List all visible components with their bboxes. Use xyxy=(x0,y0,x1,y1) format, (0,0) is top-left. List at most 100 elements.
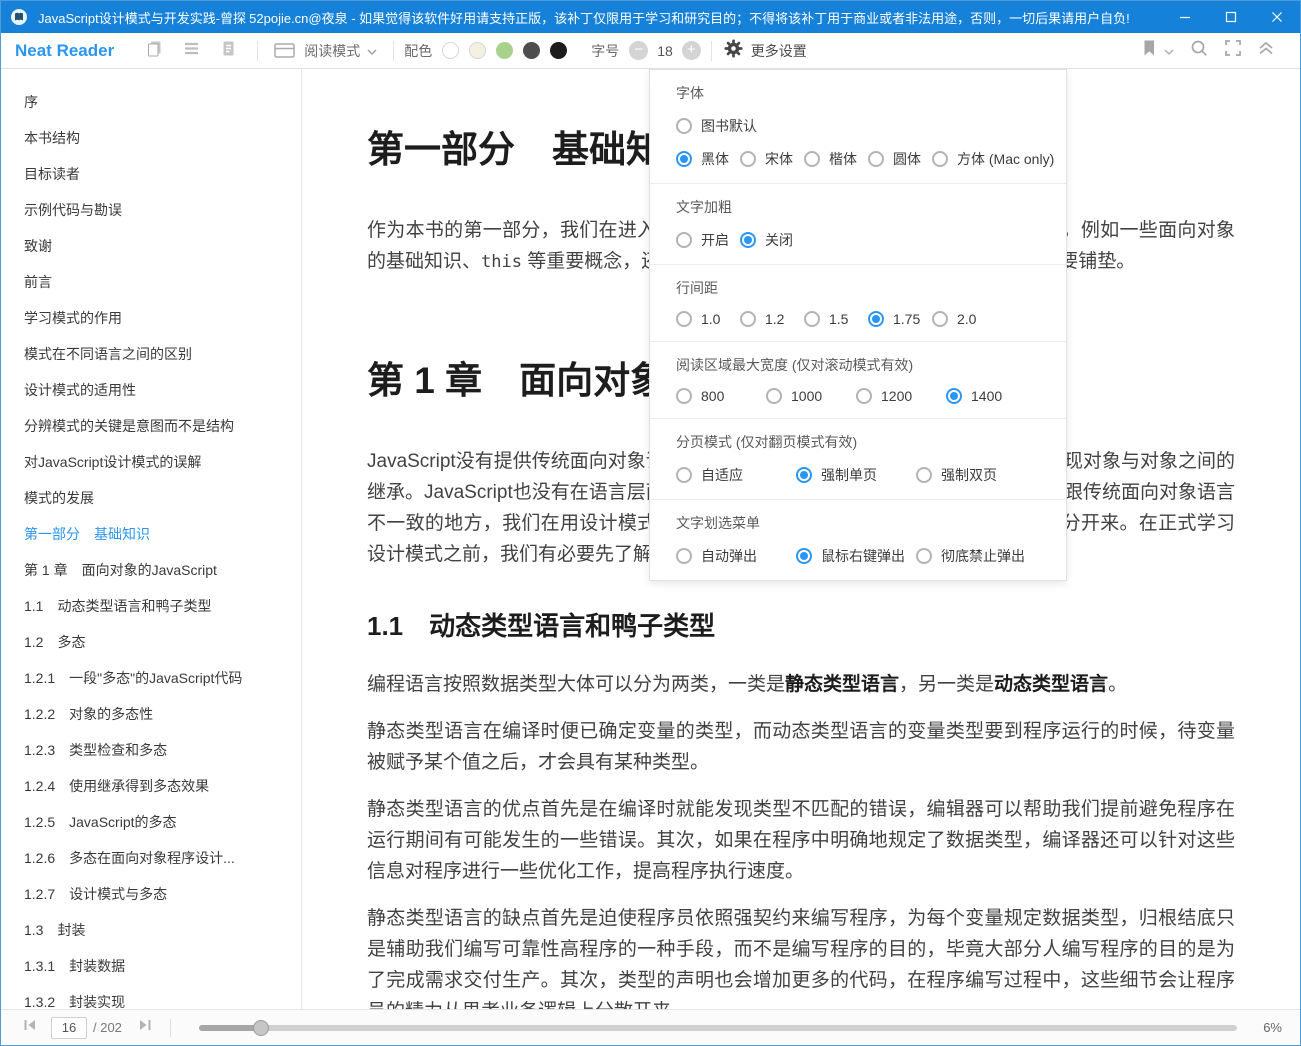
settings-panel: 字体 图书默认 黑体 宋体 楷体 xyxy=(649,69,1067,581)
bookmark-button[interactable] xyxy=(1134,39,1164,62)
toc-item[interactable]: 1.3.1 封装数据 xyxy=(1,948,301,984)
page-total: / 202 xyxy=(93,1020,122,1035)
body-paragraph: 静态类型语言的优点首先是在编译时就能发现类型不匹配的错误，编辑器可以帮助我们提前… xyxy=(367,794,1235,887)
radio-icon xyxy=(676,467,692,483)
minimize-button[interactable] xyxy=(1162,1,1208,33)
radio-option[interactable]: 800 xyxy=(676,388,766,404)
toc-item[interactable]: 致谢 xyxy=(1,228,301,264)
fullscreen-icon xyxy=(1224,39,1242,62)
slider-track xyxy=(199,1025,1237,1031)
theme-swatch-gray[interactable] xyxy=(523,42,540,59)
radio-option[interactable]: 黑体 xyxy=(676,149,740,169)
toc-item[interactable]: 设计模式的适用性 xyxy=(1,372,301,408)
maximize-button[interactable] xyxy=(1208,1,1254,33)
toc-item[interactable]: 1.2.1 一段"多态"的JavaScript代码 xyxy=(1,660,301,696)
radio-option[interactable]: 强制双页 xyxy=(916,465,1036,485)
settings-group-pagination: 分页模式 (仅对翻页模式有效) 自适应 强制单页 强制双页 xyxy=(650,419,1066,500)
radio-icon xyxy=(676,118,692,134)
theme-swatch-sepia[interactable] xyxy=(469,42,486,59)
radio-option[interactable]: 1.5 xyxy=(804,311,868,327)
radio-option[interactable]: 1000 xyxy=(766,388,856,404)
close-button[interactable] xyxy=(1254,1,1300,33)
radio-option[interactable]: 1.0 xyxy=(676,311,740,327)
toc-item[interactable]: 1.2.5 JavaScript的多态 xyxy=(1,804,301,840)
collapse-toolbar-button[interactable] xyxy=(1250,41,1282,60)
toc-item[interactable]: 1.2.7 设计模式与多态 xyxy=(1,876,301,912)
radio-row: 800 1000 1200 1400 xyxy=(676,388,1040,404)
font-size-decrease-button[interactable]: − xyxy=(629,41,648,60)
toc-item[interactable]: 1.2.4 使用继承得到多态效果 xyxy=(1,768,301,804)
radio-option[interactable]: 2.0 xyxy=(932,311,996,327)
radio-option[interactable]: 强制单页 xyxy=(796,465,916,485)
settings-group-selection-menu: 文字划选菜单 自动弹出 鼠标右键弹出 彻底禁止弹出 xyxy=(650,500,1066,580)
radio-option[interactable]: 彻底禁止弹出 xyxy=(916,546,1036,566)
settings-group-label: 文字加粗 xyxy=(676,197,1040,217)
theme-swatch-green[interactable] xyxy=(496,42,513,59)
toc-item[interactable]: 1.3 封装 xyxy=(1,912,301,948)
radio-option[interactable]: 宋体 xyxy=(740,149,804,169)
radio-option[interactable]: 自适应 xyxy=(676,465,796,485)
toc-item[interactable]: 1.1 动态类型语言和鸭子类型 xyxy=(1,588,301,624)
toc-item[interactable]: 目标读者 xyxy=(1,156,301,192)
progress-slider[interactable] xyxy=(199,1020,1237,1036)
section-title: 1.1 动态类型语言和鸭子类型 xyxy=(367,606,1235,643)
toc-item[interactable]: 第一部分 基础知识 xyxy=(1,516,301,552)
radio-row: 自适应 强制单页 强制双页 xyxy=(676,465,1040,485)
toc-item[interactable]: 1.2.6 多态在面向对象程序设计... xyxy=(1,840,301,876)
slider-thumb[interactable] xyxy=(253,1020,269,1036)
toc-item[interactable]: 分辨模式的关键是意图而不是结构 xyxy=(1,408,301,444)
radio-option[interactable]: 1.2 xyxy=(740,311,804,327)
search-button[interactable] xyxy=(1182,39,1216,62)
radio-option[interactable]: 圆体 xyxy=(868,149,932,169)
reading-mode-icon xyxy=(274,42,295,59)
notes-button[interactable] xyxy=(136,33,173,68)
toc-item[interactable]: 示例代码与勘误 xyxy=(1,192,301,228)
toc-item[interactable]: 模式在不同语言之间的区别 xyxy=(1,336,301,372)
toc-item[interactable]: 学习模式的作用 xyxy=(1,300,301,336)
toolbar: Neat Reader 阅读模式 配色 字号 − 18 xyxy=(1,33,1300,69)
page-input[interactable] xyxy=(51,1017,87,1039)
radio-option[interactable]: 开启 xyxy=(676,230,740,250)
last-page-button[interactable] xyxy=(130,1018,160,1037)
font-size-label: 字号 xyxy=(591,41,619,61)
radio-icon xyxy=(804,311,820,327)
toc-button[interactable] xyxy=(173,33,210,68)
bookmark-dropdown-button[interactable] xyxy=(1164,42,1182,60)
radio-option[interactable]: 图书默认 xyxy=(676,116,757,136)
toc-item[interactable]: 第 1 章 面向对象的JavaScript xyxy=(1,552,301,588)
radio-row: 1.0 1.2 1.5 1.75 2.0 xyxy=(676,311,1040,327)
toolbar-right xyxy=(1134,39,1300,62)
toc-item[interactable]: 对JavaScript设计模式的误解 xyxy=(1,444,301,480)
first-page-button[interactable] xyxy=(15,1018,45,1037)
radio-option[interactable]: 自动弹出 xyxy=(676,546,796,566)
toc-item[interactable]: 1.2.2 对象的多态性 xyxy=(1,696,301,732)
toc-item[interactable]: 模式的发展 xyxy=(1,480,301,516)
reading-mode-button[interactable]: 阅读模式 xyxy=(268,41,383,61)
toc-item[interactable]: 1.2.3 类型检查和多态 xyxy=(1,732,301,768)
radio-icon xyxy=(932,311,948,327)
theme-swatch-white[interactable] xyxy=(442,42,459,59)
fullscreen-button[interactable] xyxy=(1216,39,1250,62)
radio-option[interactable]: 鼠标右键弹出 xyxy=(796,546,916,566)
app-window: JavaScript设计模式与开发实践-曾探 52pojie.cn@夜泉 - 如… xyxy=(0,0,1301,1046)
toc-item[interactable]: 序 xyxy=(1,84,301,120)
radio-icon xyxy=(868,311,884,327)
radio-icon xyxy=(916,548,932,564)
radio-option[interactable]: 方体 (Mac only) xyxy=(932,149,1040,169)
radio-option[interactable]: 楷体 xyxy=(804,149,868,169)
toc-item[interactable]: 本书结构 xyxy=(1,120,301,156)
radio-icon xyxy=(676,548,692,564)
radio-option[interactable]: 1400 xyxy=(946,388,1036,404)
app-icon xyxy=(10,8,28,26)
toc-item[interactable]: 1.3.2 封装实现 xyxy=(1,984,301,1009)
radio-option[interactable]: 1200 xyxy=(856,388,946,404)
toc-item[interactable]: 前言 xyxy=(1,264,301,300)
font-size-value: 18 xyxy=(657,43,673,59)
toc-item[interactable]: 1.2 多态 xyxy=(1,624,301,660)
more-settings-button[interactable]: 更多设置 xyxy=(724,39,807,63)
radio-option[interactable]: 关闭 xyxy=(740,230,804,250)
bookmarks-list-button[interactable] xyxy=(210,33,247,68)
font-size-increase-button[interactable]: + xyxy=(682,41,701,60)
theme-swatch-black[interactable] xyxy=(550,42,567,59)
radio-option[interactable]: 1.75 xyxy=(868,311,932,327)
